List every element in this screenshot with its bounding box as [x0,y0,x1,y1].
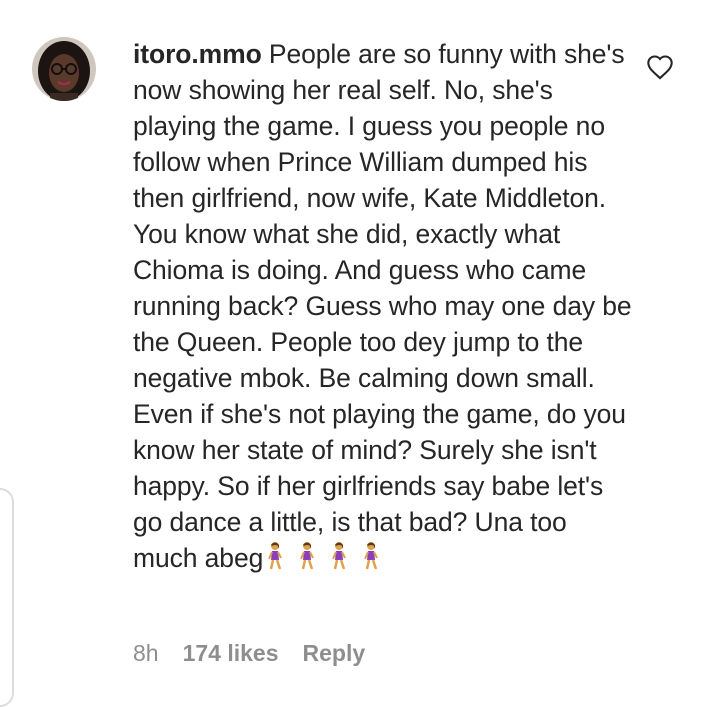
timestamp: 8h [133,640,159,666]
woman-walking-emoji [263,541,287,580]
username-link[interactable]: itoro.mmo [133,39,262,69]
avatar[interactable] [32,37,96,101]
heart-outline-icon[interactable] [646,54,674,80]
woman-walking-emoji [327,541,351,580]
adjacent-panel-edge [0,488,14,707]
comment-body: itoro.mmo People are so funny with she's… [133,36,633,580]
likes-count[interactable]: 174 likes [183,640,279,667]
comment-text: People are so funny with she's now showi… [133,39,632,573]
comment-meta: 8h 174 likes Reply [133,640,365,667]
reply-button[interactable]: Reply [303,640,366,667]
emoji-row [263,541,391,580]
woman-walking-emoji [295,541,319,580]
woman-walking-emoji [359,541,383,580]
